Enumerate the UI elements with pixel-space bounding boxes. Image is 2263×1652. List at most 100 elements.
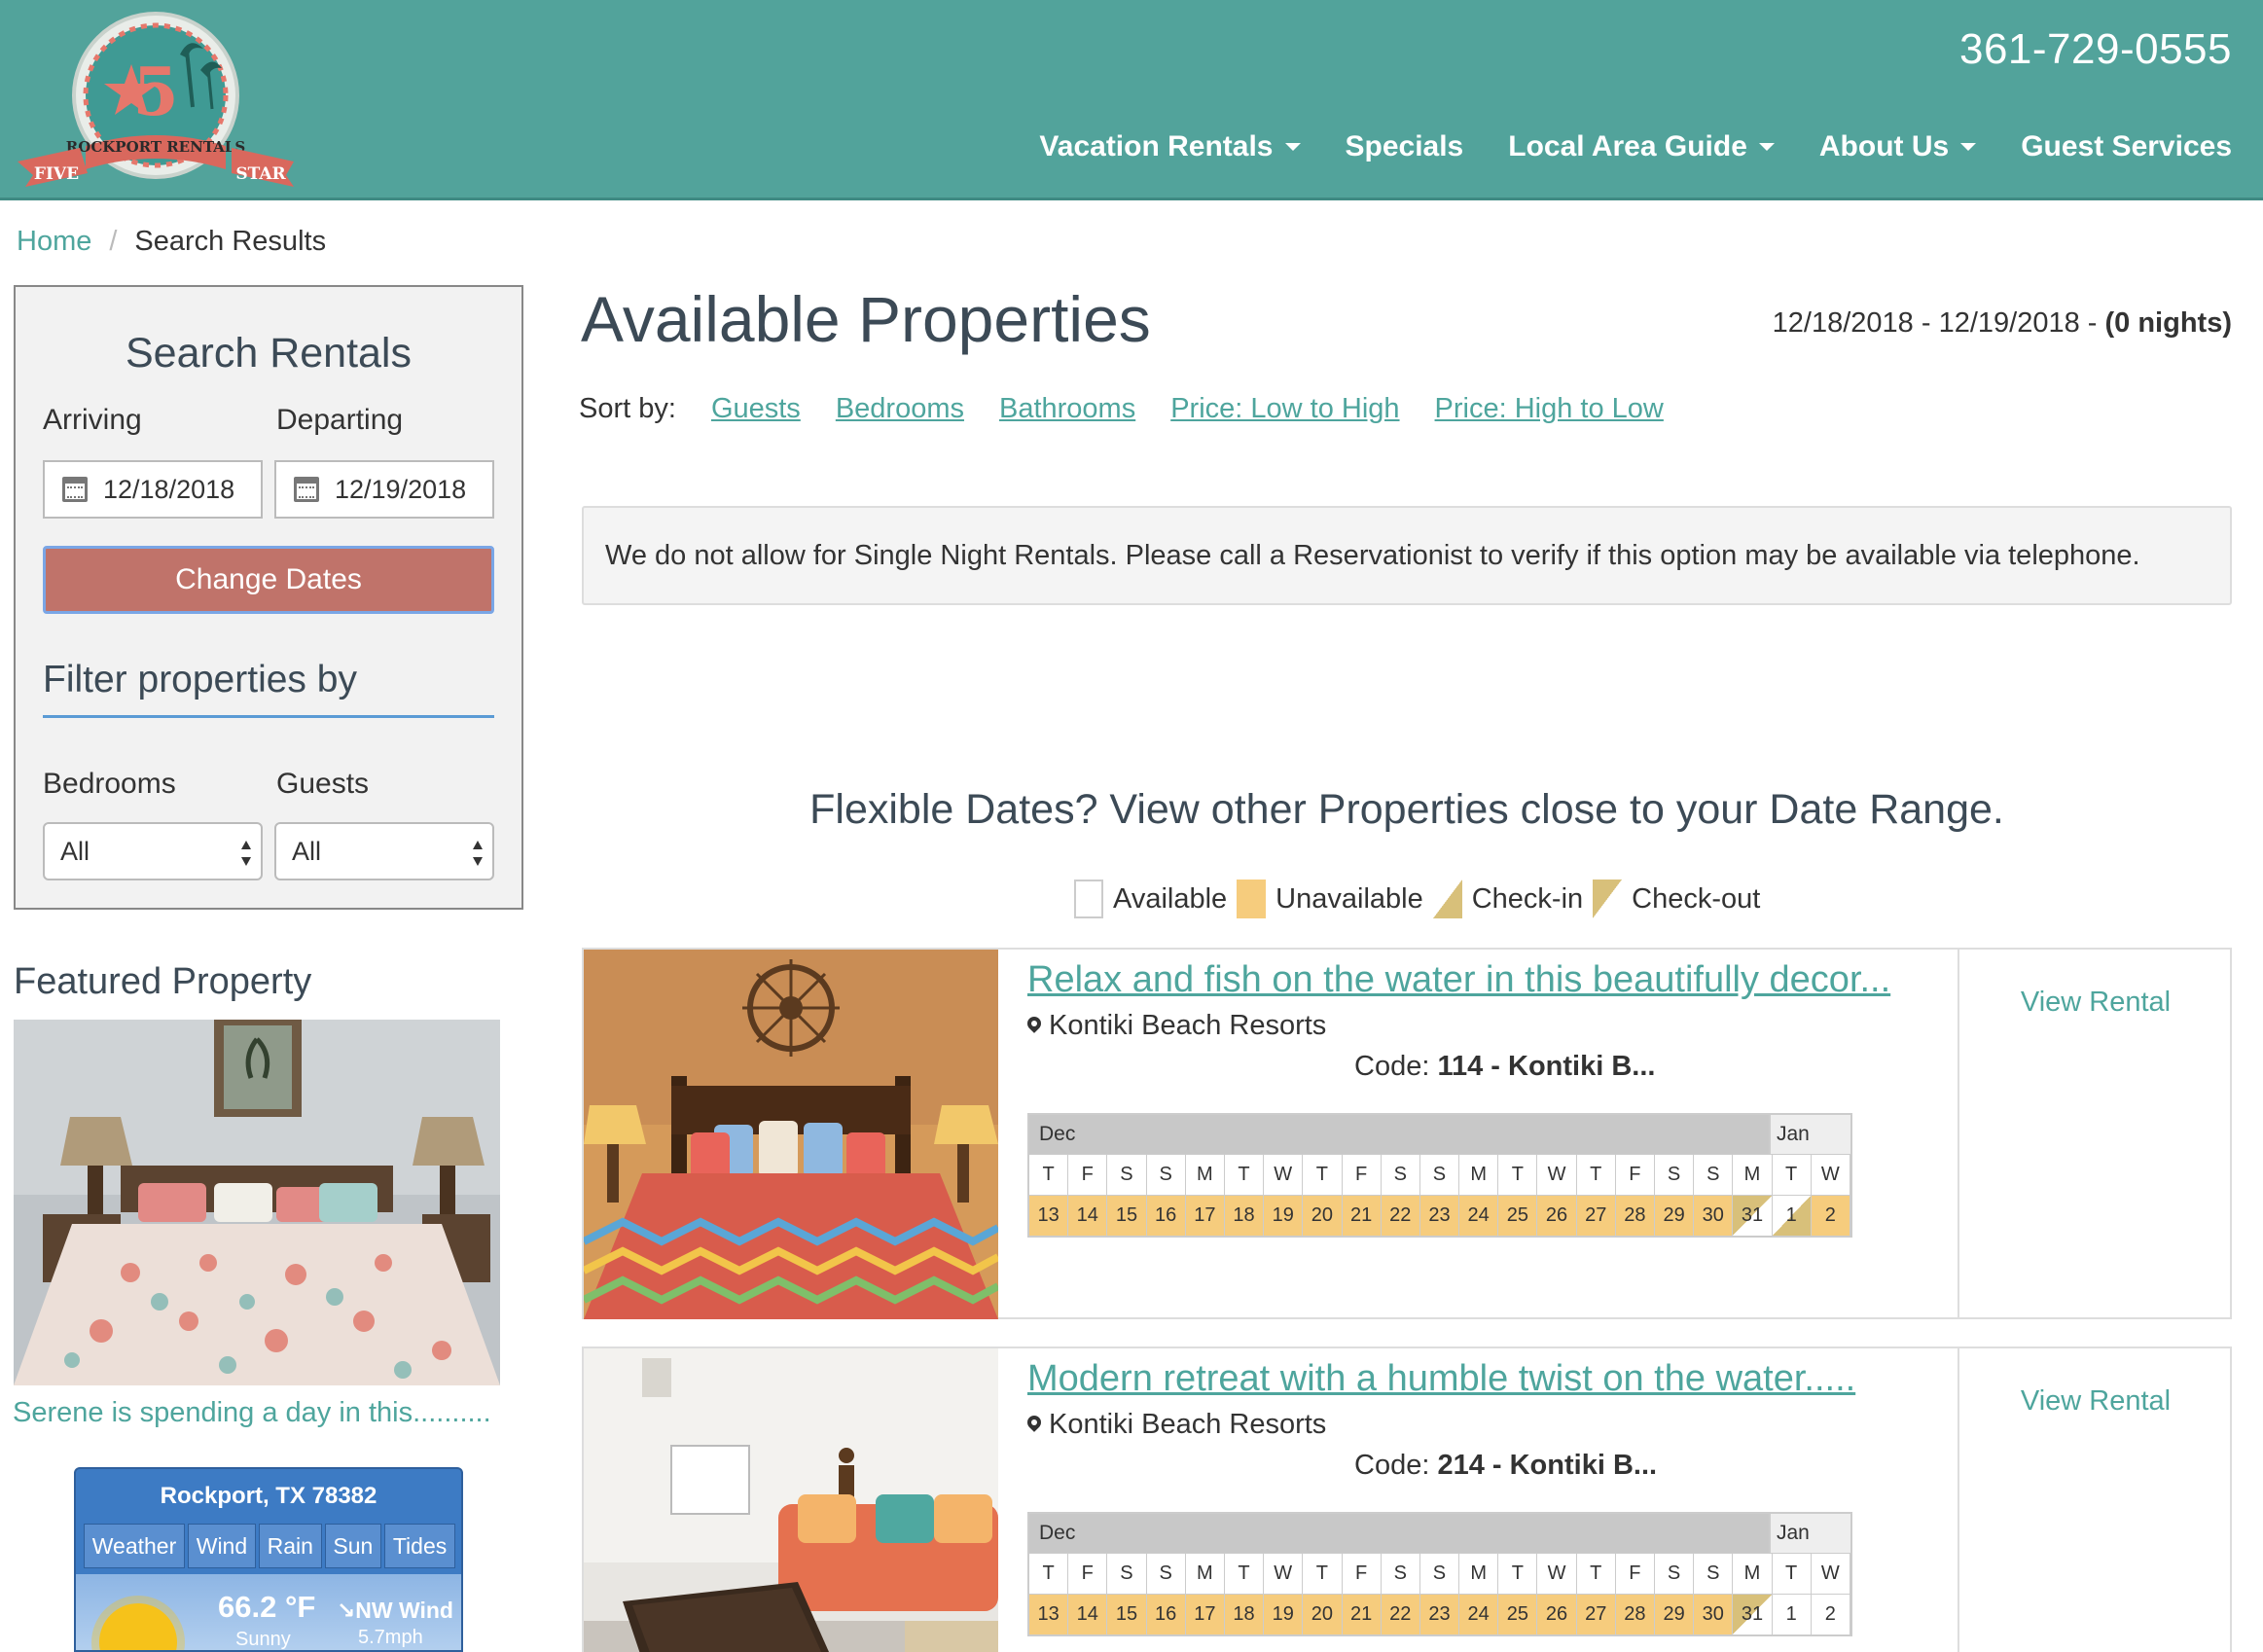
calendar-day[interactable]: 21	[1342, 1594, 1382, 1634]
nav-label: Vacation Rentals	[1039, 130, 1274, 162]
view-rental-column: View Rental	[1958, 1348, 2232, 1652]
property-photo[interactable]	[584, 950, 998, 1319]
calendar-day[interactable]: 27	[1576, 1195, 1616, 1236]
weather-location: Rockport, TX 78382	[160, 1483, 377, 1509]
site-logo[interactable]: 5 ROCKPORT RENTALS FIVE STAR	[10, 6, 302, 197]
calendar-weekday: T	[1224, 1154, 1265, 1195]
weather-tab-tides[interactable]: Tides	[384, 1524, 455, 1568]
calendar-day[interactable]: 24	[1459, 1594, 1499, 1634]
sort-bathrooms-link[interactable]: Bathrooms	[999, 393, 1135, 425]
arriving-date-input[interactable]: 12/18/2018	[43, 460, 263, 519]
nav-local-area-guide[interactable]: Local Area Guide	[1508, 130, 1775, 163]
calendar-day[interactable]: 18	[1224, 1594, 1265, 1634]
property-code-value: 114 - Kontiki B...	[1437, 1051, 1656, 1082]
calendar-day[interactable]: 16	[1146, 1195, 1186, 1236]
calendar-day[interactable]: 29	[1655, 1195, 1695, 1236]
calendar-day[interactable]: 19	[1264, 1594, 1304, 1634]
calendar-day[interactable]: 13	[1029, 1594, 1069, 1634]
nav-label: Guest Services	[2021, 130, 2232, 162]
change-dates-button[interactable]: Change Dates	[43, 546, 494, 614]
calendar-weekday: M	[1185, 1154, 1225, 1195]
view-rental-link[interactable]: View Rental	[1959, 987, 2232, 1019]
view-rental-link[interactable]: View Rental	[1959, 1385, 2232, 1418]
calendar-day[interactable]: 26	[1537, 1195, 1577, 1236]
bedrooms-select[interactable]: All	[43, 822, 263, 880]
nav-guest-services[interactable]: Guest Services	[2021, 130, 2232, 163]
calendar-day[interactable]: 15	[1107, 1195, 1147, 1236]
calendar-day[interactable]: 21	[1342, 1195, 1382, 1236]
sort-price-high-low-link[interactable]: Price: High to Low	[1435, 393, 1664, 425]
calendar-day[interactable]: 13	[1029, 1195, 1069, 1236]
bedrooms-label: Bedrooms	[43, 768, 176, 800]
calendar-month: Jan	[1769, 1514, 1850, 1553]
property-title-link[interactable]: Modern retreat with a humble twist on th…	[1027, 1358, 1855, 1400]
calendar-day[interactable]: 25	[1498, 1594, 1538, 1634]
calendar-months: Dec Jan	[1029, 1514, 1850, 1553]
search-title: Search Rentals	[126, 330, 412, 377]
calendar-day[interactable]: 19	[1264, 1195, 1304, 1236]
property-code: Code: 114 - Kontiki B...	[1354, 1051, 1655, 1083]
calendar-day[interactable]: 16	[1146, 1594, 1186, 1634]
calendar-day[interactable]: 2	[1811, 1195, 1850, 1236]
calendar-day[interactable]: 22	[1381, 1195, 1420, 1236]
calendar-day[interactable]: 2	[1811, 1594, 1850, 1634]
calendar-day[interactable]: 17	[1185, 1594, 1225, 1634]
calendar-day[interactable]: 20	[1303, 1195, 1343, 1236]
calendar-day[interactable]: 1	[1772, 1195, 1812, 1236]
weather-tab-rain[interactable]: Rain	[258, 1524, 322, 1568]
calendar-day[interactable]: 23	[1419, 1195, 1460, 1236]
calendar-day[interactable]: 28	[1615, 1594, 1655, 1634]
calendar-day[interactable]: 29	[1655, 1594, 1695, 1634]
calendar-day[interactable]: 22	[1381, 1594, 1420, 1634]
featured-property-photo[interactable]	[14, 1020, 500, 1385]
calendar-day[interactable]: 28	[1615, 1195, 1655, 1236]
weather-body: 66.2 °F Sunny ↘NW Wind 5.7mph	[76, 1574, 461, 1650]
weather-tab-wind[interactable]: Wind	[188, 1524, 256, 1568]
property-photo[interactable]	[584, 1348, 998, 1652]
legend-unavailable-label: Unavailable	[1275, 882, 1423, 915]
calendar-day[interactable]: 27	[1576, 1594, 1616, 1634]
weather-tab-sun[interactable]: Sun	[324, 1524, 382, 1568]
calendar-day[interactable]: 15	[1107, 1594, 1147, 1634]
sort-guests-link[interactable]: Guests	[711, 393, 801, 425]
phone-number[interactable]: 361-729-0555	[1959, 25, 2232, 74]
sort-price-low-high-link[interactable]: Price: Low to High	[1170, 393, 1399, 425]
guests-select[interactable]: All	[274, 822, 494, 880]
departing-date-input[interactable]: 12/19/2018	[274, 460, 494, 519]
calendar-day[interactable]: 24	[1459, 1195, 1499, 1236]
property-code-label: Code:	[1354, 1051, 1438, 1082]
weather-widget[interactable]: Rockport, TX 78382 Weather Wind Rain Sun…	[74, 1467, 463, 1652]
sort-bedrooms-link[interactable]: Bedrooms	[836, 393, 964, 425]
calendar-day[interactable]: 23	[1419, 1594, 1460, 1634]
nav-vacation-rentals[interactable]: Vacation Rentals	[1039, 130, 1301, 163]
breadcrumb-home-link[interactable]: Home	[17, 226, 91, 258]
breadcrumb-current: Search Results	[134, 226, 327, 257]
map-marker-icon	[1027, 1416, 1041, 1435]
date-range-text: 12/18/2018 - 12/19/2018 -	[1772, 307, 2105, 339]
select-arrows-icon	[473, 841, 483, 866]
sun-icon	[99, 1603, 177, 1650]
calendar-day[interactable]: 14	[1068, 1594, 1108, 1634]
calendar-day[interactable]: 31	[1733, 1594, 1773, 1634]
calendar-weekday: T	[1029, 1553, 1069, 1594]
calendar-day[interactable]: 1	[1772, 1594, 1812, 1634]
calendar-day[interactable]: 31	[1733, 1195, 1773, 1236]
nav-specials[interactable]: Specials	[1346, 130, 1464, 163]
calendar-day[interactable]: 18	[1224, 1195, 1265, 1236]
property-code: Code: 214 - Kontiki B...	[1354, 1450, 1657, 1482]
calendar-dates: 13 14 15 16 17 18 19 20 21 22 23 24 25 26 27 28 29 30 31 1 2	[1029, 1594, 1850, 1634]
calendar-day[interactable]: 20	[1303, 1594, 1343, 1634]
calendar-day[interactable]: 17	[1185, 1195, 1225, 1236]
nav-about-us[interactable]: About Us	[1819, 130, 1977, 163]
weather-tab-weather[interactable]: Weather	[84, 1524, 185, 1568]
calendar-day[interactable]: 30	[1694, 1594, 1734, 1634]
calendar-day[interactable]: 14	[1068, 1195, 1108, 1236]
featured-property-caption[interactable]: Serene is spending a day in this........…	[13, 1397, 491, 1429]
calendar-day[interactable]: 26	[1537, 1594, 1577, 1634]
legend-available-label: Available	[1113, 882, 1228, 915]
calendar-day[interactable]: 25	[1498, 1195, 1538, 1236]
calendar-weekday: S	[1381, 1154, 1420, 1195]
property-title-link[interactable]: Relax and fish on the water in this beau…	[1027, 959, 1890, 1001]
calendar-day[interactable]: 30	[1694, 1195, 1734, 1236]
calendar-weekday: T	[1224, 1553, 1265, 1594]
